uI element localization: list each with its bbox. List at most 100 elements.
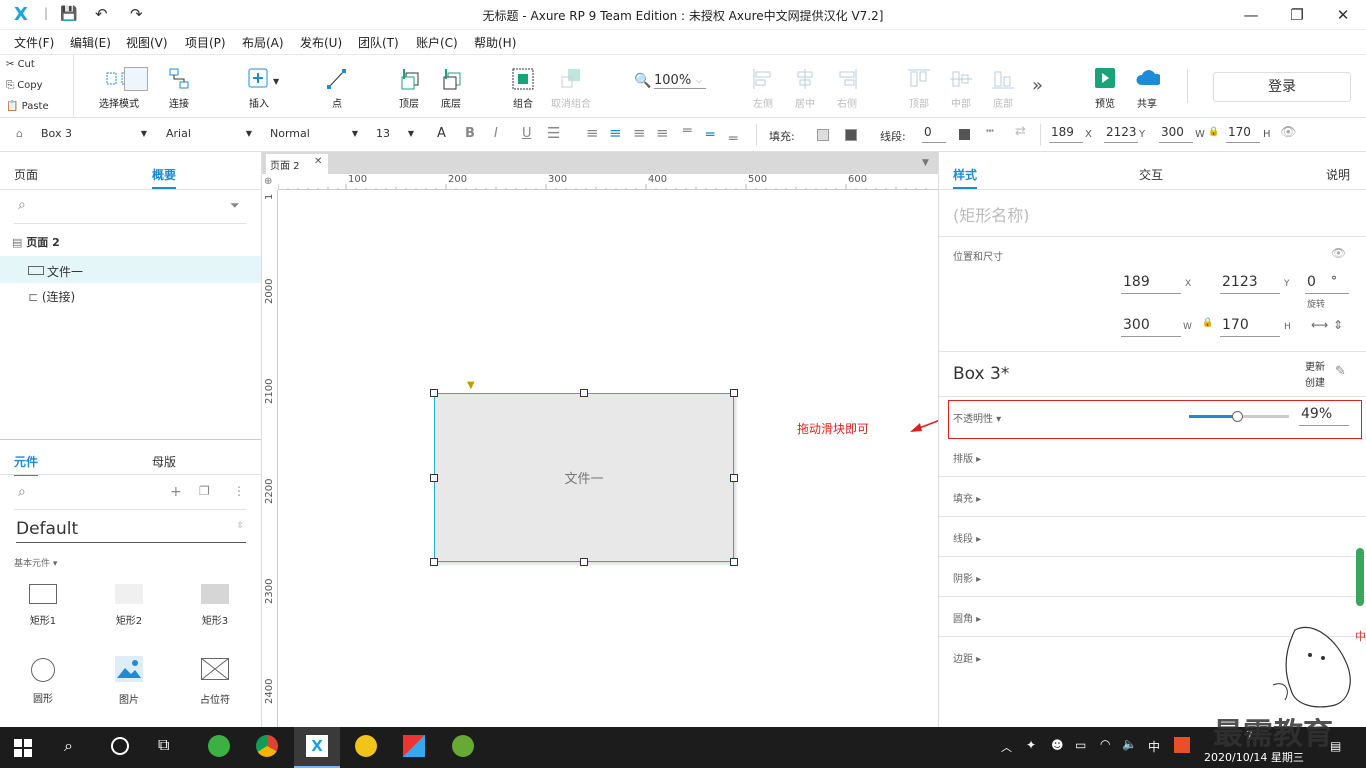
align-bottom-button[interactable]: 底部 — [990, 67, 1016, 110]
send-to-back-button[interactable]: 底层 — [436, 67, 466, 110]
opacity-slider[interactable] — [1189, 411, 1289, 422]
update-style-link[interactable]: 更新 — [1305, 358, 1325, 373]
section-fill[interactable]: 填充 ▸ — [953, 490, 981, 505]
widget-search-icon[interactable]: ⌕ — [18, 484, 26, 500]
tab-outline[interactable]: 概要 — [152, 166, 177, 189]
align-text-left-icon[interactable]: ≡ — [586, 124, 599, 142]
widget-circle[interactable]: 圆形 — [14, 658, 72, 705]
wechat-icon[interactable]: ✦ — [1026, 738, 1036, 752]
app-360-icon[interactable] — [208, 735, 230, 757]
fit-height-icon[interactable]: ⇕ — [1333, 318, 1343, 332]
windows-start-icon[interactable] — [14, 739, 32, 757]
resize-handle[interactable] — [730, 558, 738, 566]
chrome-icon[interactable] — [256, 735, 278, 757]
lock-ratio-icon[interactable]: 🔒 — [1202, 318, 1213, 328]
width-input[interactable]: 300 — [1121, 317, 1181, 337]
search-icon[interactable]: ⌕ — [64, 736, 73, 756]
menu-file[interactable]: 文件(F) — [14, 34, 54, 51]
section-shadow[interactable]: 阴影 ▸ — [953, 570, 981, 585]
panel-splitter[interactable] — [0, 439, 261, 440]
fill-shadow-swatch[interactable] — [845, 129, 857, 141]
edit-style-icon[interactable]: ✎ — [1335, 364, 1346, 379]
widget-placeholder[interactable]: 占位符 — [186, 657, 244, 706]
fill-color-swatch[interactable] — [817, 129, 829, 141]
font-family-dropdown[interactable]: Arial ▼ — [166, 127, 252, 140]
paste-button[interactable]: 📋 Paste — [6, 101, 49, 112]
x-input[interactable]: 189 — [1049, 125, 1083, 143]
align-text-right-icon[interactable]: ≡ — [633, 124, 646, 142]
height-input[interactable]: 170 — [1220, 317, 1280, 337]
page-tab[interactable]: 页面 2 ✕ — [266, 154, 328, 174]
resize-handle[interactable] — [430, 558, 438, 566]
tab-interaction[interactable]: 交互 — [1139, 166, 1163, 183]
resize-handle[interactable] — [430, 474, 438, 482]
valign-middle-icon[interactable]: ═ — [706, 127, 714, 143]
library-dropdown[interactable]: Default ⇳ — [16, 519, 246, 543]
widget-rect3[interactable]: 矩形3 — [186, 584, 244, 627]
library-copy-icon[interactable]: ❐ — [199, 484, 210, 498]
section-typography[interactable]: 排版 ▸ — [953, 450, 981, 465]
login-button[interactable]: 登录 — [1213, 72, 1351, 102]
align-middle-button[interactable]: 中部 — [948, 67, 974, 110]
menu-project[interactable]: 项目(P) — [185, 34, 226, 51]
opacity-slider-thumb[interactable] — [1232, 411, 1243, 422]
outline-item-connector[interactable]: ⊏ (连接) — [28, 288, 75, 305]
ime-indicator[interactable]: 中 — [1148, 738, 1160, 755]
opacity-label[interactable]: 不透明性 ▾ — [953, 410, 1001, 425]
add-library-icon[interactable]: + — [170, 484, 182, 500]
sogou-icon[interactable] — [1174, 737, 1190, 753]
align-text-center-icon[interactable]: ≡ — [609, 124, 622, 142]
visibility-eye-icon[interactable]: 👁 — [1280, 125, 1297, 140]
share-button[interactable]: 共享 — [1132, 67, 1162, 110]
align-left-button[interactable]: 左侧 — [750, 67, 776, 110]
app-pinwheel-icon[interactable] — [403, 735, 425, 757]
app-plus-icon[interactable] — [355, 735, 377, 757]
resize-handle[interactable] — [580, 558, 588, 566]
tab-notes[interactable]: 说明 — [1326, 166, 1350, 183]
maximize-button[interactable]: ❐ — [1286, 4, 1308, 26]
section-padding[interactable]: 边距 ▸ — [953, 650, 981, 665]
insert-dropdown-icon[interactable]: ▼ — [273, 77, 279, 86]
y-input[interactable]: 2123 — [1104, 125, 1138, 143]
align-right-button[interactable]: 右侧 — [834, 67, 860, 110]
bold-icon[interactable]: B — [465, 126, 475, 141]
lock-ratio-icon[interactable]: 🔒 — [1208, 127, 1219, 137]
menu-account[interactable]: 账户(C) — [416, 34, 458, 51]
align-text-justify-icon[interactable]: ≡ — [656, 124, 669, 142]
width-input[interactable]: 300 — [1159, 125, 1193, 143]
outline-item-selected[interactable]: 文件一 — [0, 256, 261, 283]
minimize-button[interactable]: — — [1240, 4, 1262, 26]
menu-publish[interactable]: 发布(U) — [300, 34, 342, 51]
arrow-style-icon[interactable]: ⇄ — [1015, 124, 1026, 139]
text-color-icon[interactable]: A — [437, 126, 446, 141]
align-top-button[interactable]: 顶部 — [906, 67, 932, 110]
search-icon[interactable]: ⌕ — [18, 197, 26, 213]
resize-handle[interactable] — [430, 389, 438, 397]
menu-edit[interactable]: 编辑(E) — [70, 34, 111, 51]
tab-masters[interactable]: 母版 — [152, 453, 176, 470]
create-style-link[interactable]: 创建 — [1305, 374, 1325, 389]
copy-button[interactable]: ⎘ Copy — [6, 80, 43, 91]
font-style-dropdown[interactable]: Normal ▼ — [270, 127, 358, 140]
selected-rectangle[interactable]: 文件一 — [434, 393, 734, 562]
font-size-dropdown[interactable]: 13 ▼ — [376, 127, 414, 140]
battery-icon[interactable]: ▭ — [1075, 738, 1086, 752]
x-input[interactable]: 189 — [1121, 274, 1181, 294]
ungroup-button[interactable]: 取消组合 — [548, 67, 594, 110]
app-green-icon[interactable] — [452, 735, 474, 757]
resize-handle[interactable] — [580, 389, 588, 397]
opacity-input[interactable]: 49% — [1299, 406, 1349, 426]
more-options-icon[interactable]: ⋮ — [233, 484, 245, 498]
wifi-icon[interactable]: ◠ — [1100, 737, 1110, 751]
resize-handle[interactable] — [730, 389, 738, 397]
task-view-icon[interactable]: ⧉ — [158, 735, 169, 755]
valign-bottom-icon[interactable]: ═ — [729, 131, 737, 147]
widget-group-label[interactable]: 基本元件 ▾ — [14, 556, 57, 569]
bring-to-front-button[interactable]: 顶层 — [394, 67, 424, 110]
cortana-icon[interactable] — [111, 737, 129, 755]
section-corner[interactable]: 圆角 ▸ — [953, 610, 981, 625]
qq-icon[interactable]: ☻ — [1051, 738, 1064, 752]
axure-taskbar-item[interactable]: X — [294, 727, 340, 768]
menu-layout[interactable]: 布局(A) — [242, 34, 284, 51]
tray-chevron-icon[interactable]: ︿ — [1001, 739, 1012, 755]
